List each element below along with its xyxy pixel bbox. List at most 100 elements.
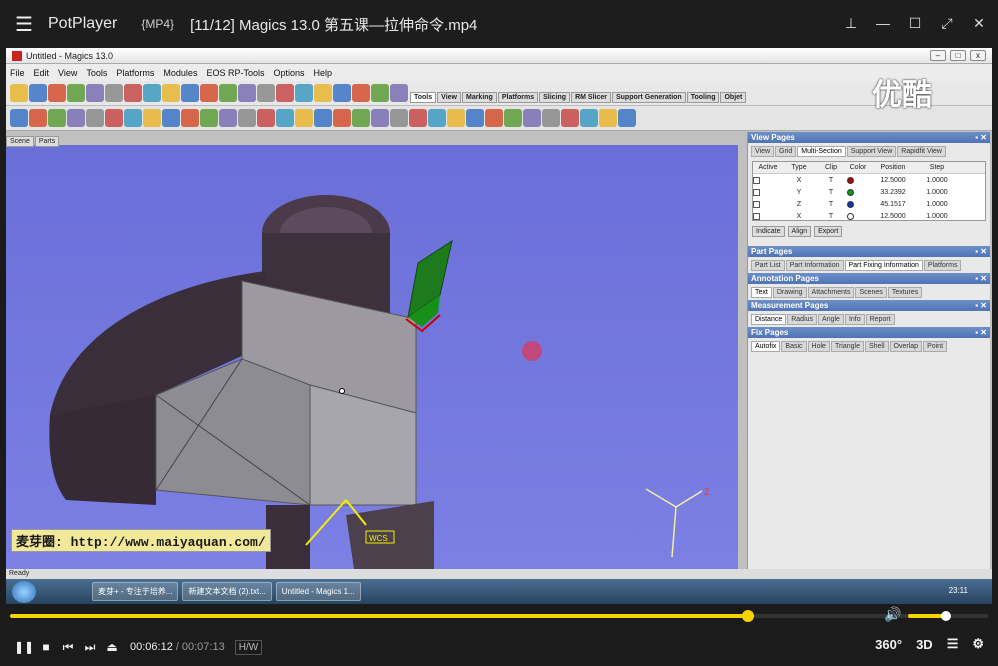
toolbar-icon[interactable] xyxy=(580,109,598,127)
maximize-button[interactable]: ☐ xyxy=(904,12,926,34)
export-button[interactable]: Export xyxy=(814,226,843,237)
hw-decoding-badge[interactable]: H/W xyxy=(234,639,263,655)
seek-knob[interactable] xyxy=(742,610,755,622)
type-cell[interactable]: X xyxy=(783,177,815,184)
toolbar-icon[interactable] xyxy=(371,109,389,127)
tab-triangle[interactable]: Triangle xyxy=(830,341,864,352)
toolbar-icon[interactable] xyxy=(162,84,180,102)
pause-icon[interactable]: ❚❚ xyxy=(14,640,34,654)
tab-info[interactable]: Info xyxy=(844,314,865,325)
panel-close-icon[interactable]: ▪ ✕ xyxy=(975,273,987,284)
tool-tab-supportgeneration[interactable]: Support Generation xyxy=(611,92,686,103)
toolbar-icon[interactable] xyxy=(238,84,256,102)
toolbar-icon[interactable] xyxy=(219,84,237,102)
previous-icon[interactable]: ⏮ xyxy=(58,640,78,655)
toolbar-icon[interactable] xyxy=(314,84,332,102)
toolbar-icon[interactable] xyxy=(428,109,446,127)
menu-item-view[interactable]: View xyxy=(58,68,77,78)
3d-icon[interactable]: 3D xyxy=(916,637,933,652)
volume-knob[interactable] xyxy=(941,611,951,621)
tab-distance[interactable]: Distance xyxy=(751,314,787,325)
toolbar-icon[interactable] xyxy=(333,84,351,102)
tab-grid[interactable]: Grid xyxy=(775,146,797,157)
toolbar-icon[interactable] xyxy=(238,109,256,127)
clip-cell[interactable]: T xyxy=(815,201,847,208)
view-tab-scene[interactable]: Scene xyxy=(6,136,34,147)
toolbar-icon[interactable] xyxy=(542,109,560,127)
toolbar-icon[interactable] xyxy=(29,109,47,127)
clip-cell[interactable]: T xyxy=(815,189,847,196)
toolbar-icon[interactable] xyxy=(504,109,522,127)
next-icon[interactable]: ⏭ xyxy=(80,640,100,655)
tool-tab-slicing[interactable]: Slicing xyxy=(539,92,571,103)
tab-report[interactable]: Report xyxy=(865,314,895,325)
tab-attachments[interactable]: Attachments xyxy=(807,287,855,298)
toolbar-icon[interactable] xyxy=(523,109,541,127)
tab-part-fixing-information[interactable]: Part Fixing Information xyxy=(844,260,923,271)
menu-item-options[interactable]: Options xyxy=(273,68,304,78)
toolbar-icon[interactable] xyxy=(219,109,237,127)
tab-scenes[interactable]: Scenes xyxy=(855,287,887,298)
color-dot[interactable] xyxy=(847,200,854,208)
menu-item-edit[interactable]: Edit xyxy=(34,68,50,78)
menu-item-modules[interactable]: Modules xyxy=(163,68,197,78)
toolbar-icon[interactable] xyxy=(257,84,275,102)
tab-overlap[interactable]: Overlap xyxy=(889,341,923,352)
toolbar-icon[interactable] xyxy=(466,109,484,127)
menu-item-help[interactable]: Help xyxy=(314,68,333,78)
tab-textures[interactable]: Textures xyxy=(887,287,923,298)
tab-multi-section[interactable]: Multi-Section xyxy=(797,146,846,157)
close-button[interactable]: ✕ xyxy=(968,12,990,34)
tab-hole[interactable]: Hole xyxy=(807,341,830,352)
tab-part-information[interactable]: Part Information xyxy=(785,260,844,271)
tab-platforms[interactable]: Platforms xyxy=(923,260,962,271)
toolbar-icon[interactable] xyxy=(390,109,408,127)
minimize-button[interactable]: — xyxy=(872,12,894,34)
vr-360-icon[interactable]: 360° xyxy=(875,637,902,652)
tab-shell[interactable]: Shell xyxy=(864,341,889,352)
taskbar-item[interactable]: 新建文本文档 (2).txt... xyxy=(182,582,272,601)
3d-viewport[interactable]: WCS Z xyxy=(6,145,738,569)
type-cell[interactable]: X xyxy=(783,213,815,220)
table-row[interactable]: Y T 33.2392 1.0000 xyxy=(753,186,985,198)
tab-rapidfit-view[interactable]: Rapidfit View xyxy=(897,146,946,157)
toolbar-icon[interactable] xyxy=(86,84,104,102)
table-row[interactable]: X T 12.5000 1.0000 xyxy=(753,210,985,222)
tool-tab-view[interactable]: View xyxy=(437,92,461,103)
menu-item-eosrptools[interactable]: EOS RP-Tools xyxy=(206,68,264,78)
toolbar-icon[interactable] xyxy=(48,109,66,127)
start-button[interactable] xyxy=(12,580,36,603)
toolbar-icon[interactable] xyxy=(124,84,142,102)
tab-basic[interactable]: Basic xyxy=(781,341,807,352)
table-row[interactable]: Z T 45.1517 1.0000 xyxy=(753,198,985,210)
active-checkbox[interactable] xyxy=(753,212,760,220)
toolbar-icon[interactable] xyxy=(48,84,66,102)
magics-maximize-button[interactable]: □ xyxy=(950,50,966,61)
toolbar-icon[interactable] xyxy=(599,109,617,127)
toolbar-icon[interactable] xyxy=(143,109,161,127)
color-dot[interactable] xyxy=(847,212,854,220)
eject-icon[interactable]: ⏏ xyxy=(102,640,122,654)
step-cell[interactable]: 1.0000 xyxy=(917,201,957,208)
tab-angle[interactable]: Angle xyxy=(818,314,844,325)
table-row[interactable]: X T 12.5000 1.0000 xyxy=(753,174,985,186)
toolbar-icon[interactable] xyxy=(86,109,104,127)
tab-support-view[interactable]: Support View xyxy=(846,146,897,157)
panel-close-icon[interactable]: ▪ ✕ xyxy=(975,246,987,257)
stop-icon[interactable]: ■ xyxy=(36,640,56,654)
tool-tab-platforms[interactable]: Platforms xyxy=(497,92,539,103)
toolbar-icon[interactable] xyxy=(352,84,370,102)
toolbar-icon[interactable] xyxy=(314,109,332,127)
toolbar-icon[interactable] xyxy=(561,109,579,127)
toolbar-icon[interactable] xyxy=(257,109,275,127)
pin-icon[interactable]: ⊥ xyxy=(840,12,862,34)
toolbar-icon[interactable] xyxy=(67,84,85,102)
clip-cell[interactable]: T xyxy=(815,213,847,220)
menu-item-file[interactable]: File xyxy=(10,68,25,78)
position-cell[interactable]: 12.5000 xyxy=(869,213,917,220)
toolbar-icon[interactable] xyxy=(352,109,370,127)
tab-drawing[interactable]: Drawing xyxy=(772,287,807,298)
toolbar-icon[interactable] xyxy=(143,84,161,102)
video-frame[interactable]: Untitled - Magics 13.0 – □ x File Edit View T… xyxy=(6,48,992,604)
tab-autofix[interactable]: Autofix xyxy=(751,341,781,352)
